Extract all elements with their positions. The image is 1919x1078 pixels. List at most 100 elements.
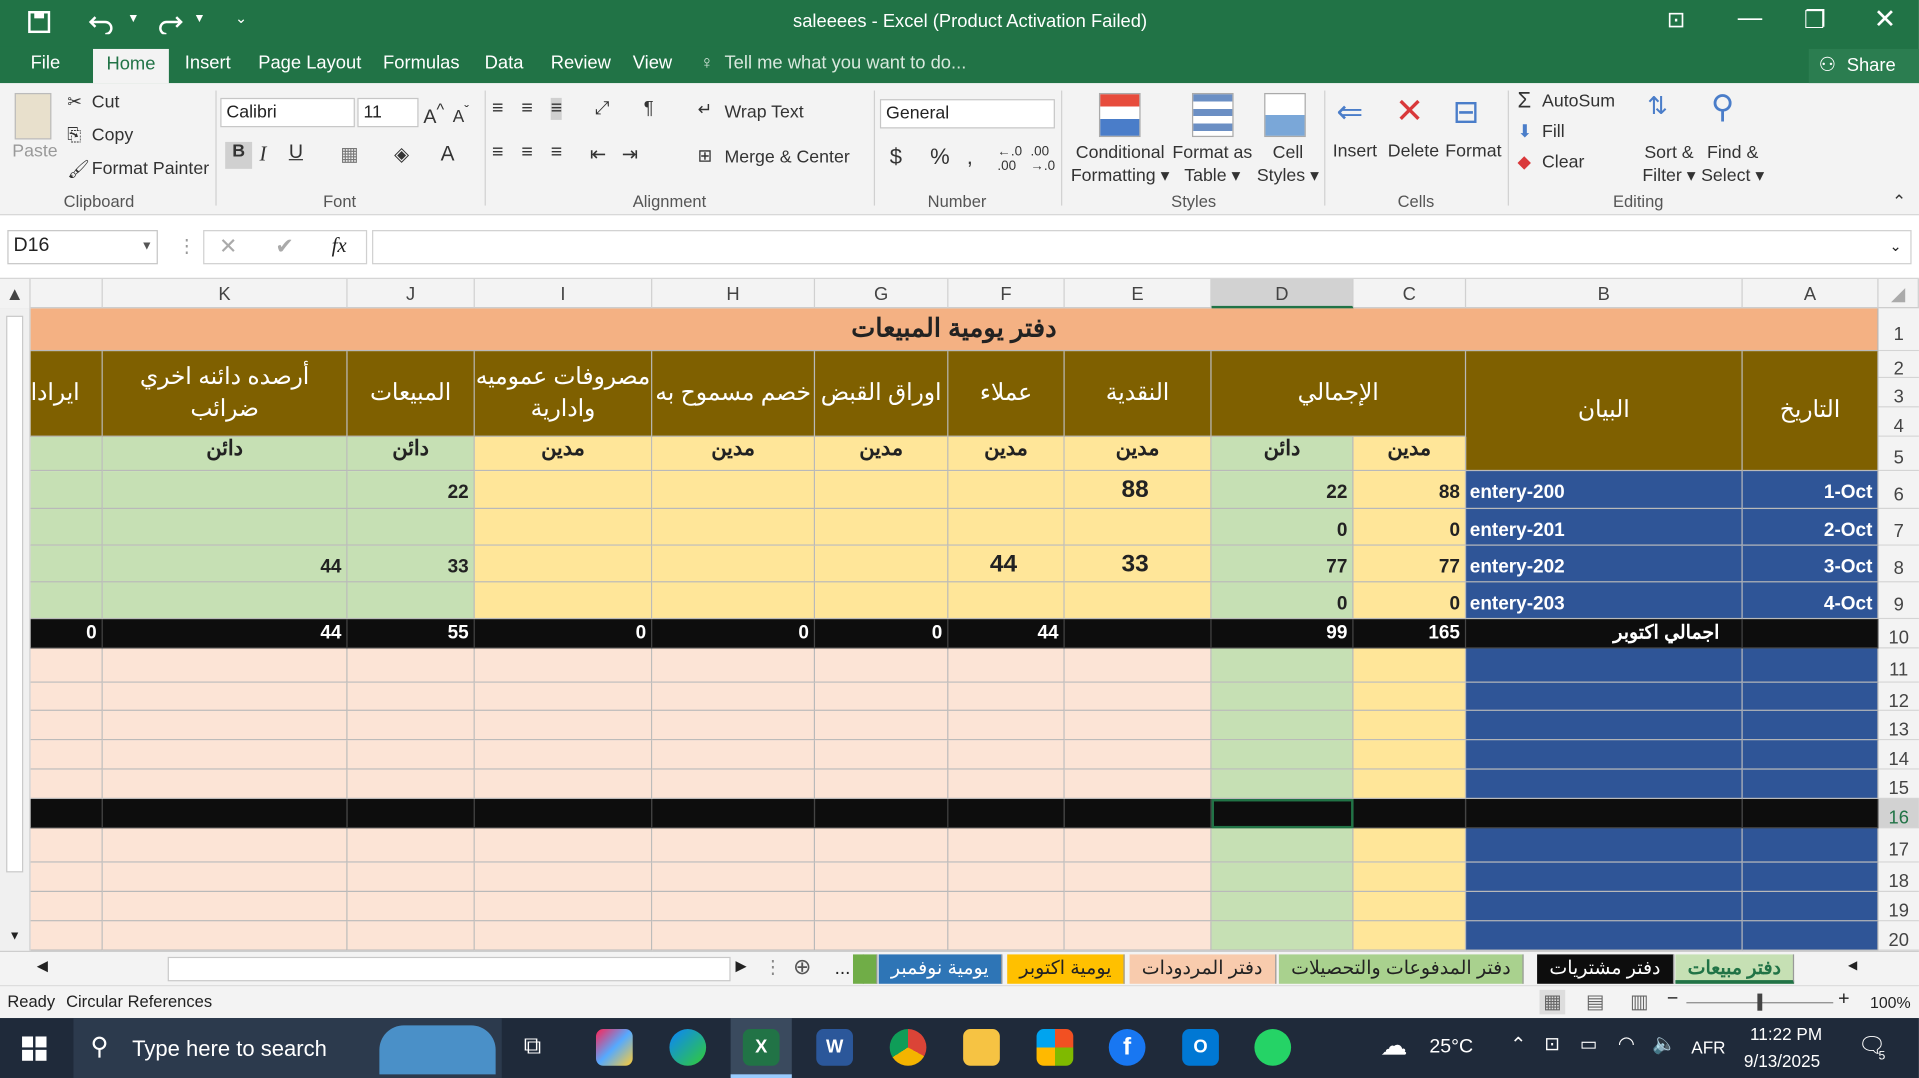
scroll-right-arrow[interactable]: ▶ [736,957,747,974]
cell-b9[interactable]: entery-203 [1466,582,1743,620]
cell-e19[interactable] [1064,892,1212,922]
increase-decimal-icon[interactable]: ←.0.00 [997,144,1022,173]
row-header[interactable]: 18 [1878,862,1919,893]
cell-i15[interactable] [474,769,653,800]
row-header[interactable]: 6 [1878,471,1919,510]
cell-k18[interactable] [102,862,348,893]
cell-l8[interactable] [30,545,103,583]
scroll-down-arrow[interactable]: ▼ [9,930,21,943]
cell-i13[interactable] [474,710,653,741]
col-header-d[interactable]: D [1211,278,1354,309]
cell-a18[interactable] [1742,862,1879,893]
cell-a16[interactable] [1742,799,1879,829]
cell-h11[interactable] [652,648,816,683]
cell-b11[interactable] [1466,648,1743,683]
cell-h6[interactable] [652,471,816,510]
cell-l14[interactable] [30,740,103,770]
col-header-f[interactable]: F [948,278,1065,309]
cell-a8[interactable]: 3-Oct [1742,545,1879,583]
cell-b7[interactable]: entery-201 [1466,509,1743,546]
sort-filter-button[interactable]: Sort & Filter ▾ [1642,142,1695,188]
header-discount[interactable]: خصم مسموح به [652,351,816,437]
clock-date[interactable]: 9/13/2025 [1744,1051,1820,1071]
cell-d9[interactable]: 0 [1211,582,1354,620]
header-description[interactable]: البيان [1466,351,1743,472]
redo-icon[interactable] [157,10,184,35]
cell-e9[interactable] [1064,582,1212,620]
col-header-b[interactable]: B [1466,278,1743,309]
sub-k-credit[interactable]: دائن [102,436,348,472]
header-clients[interactable]: عملاء [948,351,1065,437]
sheet-tab-purchases[interactable]: دفتر مشتريات [1537,954,1674,984]
italic-icon[interactable]: I [259,142,266,166]
cell-j20[interactable] [347,921,475,951]
cell-k14[interactable] [102,740,348,770]
show-hidden-icon[interactable]: ⌃ [1510,1033,1526,1057]
cell-f18[interactable] [948,862,1065,893]
cell-e10[interactable] [1064,619,1212,649]
cell-f17[interactable] [948,828,1065,863]
fill-button[interactable]: Fill [1542,122,1565,142]
cell-b18[interactable] [1466,862,1743,893]
cell-h8[interactable] [652,545,816,583]
word-icon[interactable]: W [816,1029,853,1066]
cell-g16[interactable] [815,799,949,829]
cell-b8[interactable]: entery-202 [1466,545,1743,583]
weather-icon[interactable]: ☁ [1380,1030,1407,1062]
scroll-thumb[interactable] [6,315,24,873]
cell-j6[interactable]: 22 [347,471,475,510]
header-other-credits[interactable]: أرصده دائنه اخري ضرائب [102,351,348,437]
cell-b17[interactable] [1466,828,1743,863]
cell-f8[interactable]: 44 [948,545,1065,583]
cell-c13[interactable] [1353,710,1467,741]
cell-j11[interactable] [347,648,475,683]
cell-f19[interactable] [948,892,1065,922]
meet-icon[interactable]: ⊡ [1544,1033,1559,1055]
cell-l11[interactable] [30,648,103,683]
cell-k6[interactable] [102,471,348,510]
cell-b20[interactable] [1466,921,1743,951]
cell-b15[interactable] [1466,769,1743,800]
insert-cells-button[interactable]: Insert [1333,142,1377,162]
cell-e20[interactable] [1064,921,1212,951]
horizontal-scroll-thumb[interactable] [167,956,731,982]
decrease-font-icon[interactable]: Aˇ [453,103,469,126]
header-date[interactable]: التاريخ [1742,351,1879,472]
sub-c-debit[interactable]: مدين [1353,436,1467,472]
paste-icon[interactable] [14,92,52,140]
cell-l9[interactable] [30,582,103,620]
increase-indent-icon[interactable]: ⇥ [622,142,638,166]
cell-h7[interactable] [652,509,816,546]
sheet-tab-payments[interactable]: دفتر المدفوعات والتحصيلات [1278,954,1525,984]
formula-input[interactable] [372,230,1912,265]
fill-color-icon[interactable]: ◈ [394,142,409,166]
align-bottom-icon[interactable]: ≡ [550,97,563,120]
tab-home[interactable]: Home [93,48,169,84]
cell-f12[interactable] [948,682,1065,711]
cell-styles-button[interactable]: Cell Styles ▾ [1257,142,1319,188]
cell-d14[interactable] [1211,740,1354,770]
row-header[interactable]: 1 [1878,308,1919,352]
clear-button[interactable]: Clear [1542,153,1584,173]
row-header[interactable]: 19 [1878,892,1919,922]
cell-j7[interactable] [347,509,475,546]
cell-f7[interactable] [948,509,1065,546]
cell-a6[interactable]: 1-Oct [1742,471,1879,510]
cell-i18[interactable] [474,862,653,893]
sheet-tab-hidden[interactable] [852,954,878,984]
name-box[interactable]: D16 [7,230,158,265]
restore-icon[interactable]: ❐ [1804,5,1826,36]
cell-l6[interactable] [30,471,103,510]
cell-b19[interactable] [1466,892,1743,922]
cell-a20[interactable] [1742,921,1879,951]
align-top-icon[interactable]: ≡ [492,98,503,120]
cell-e7[interactable] [1064,509,1212,546]
zoom-in-icon[interactable]: + [1838,989,1849,1011]
cell-h16[interactable] [652,799,816,829]
col-header-j[interactable]: J [348,278,475,309]
cell-g19[interactable] [815,892,949,922]
cell-b16[interactable] [1466,799,1743,829]
cell-d11[interactable] [1211,648,1354,683]
chrome-icon[interactable] [889,1029,927,1066]
cell-g10[interactable]: 0 [815,619,949,649]
